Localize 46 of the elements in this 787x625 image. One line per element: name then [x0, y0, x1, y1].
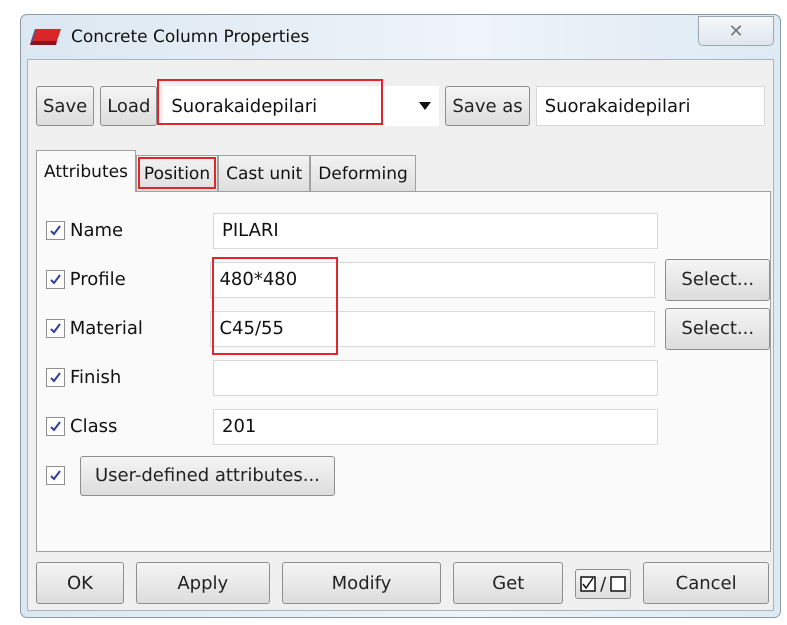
select-button[interactable]: Select... — [665, 308, 770, 350]
checkbox[interactable] — [46, 368, 65, 387]
dialog-button[interactable]: Modify — [282, 562, 442, 604]
user-defined-attributes-button[interactable]: User-defined attributes... — [80, 456, 335, 496]
tab[interactable]: Attributes — [36, 150, 136, 192]
checkmark-icon — [49, 469, 62, 482]
checkbox[interactable] — [46, 417, 65, 436]
tab[interactable]: Deforming — [310, 155, 416, 191]
dialog-button[interactable]: Cancel — [643, 562, 770, 604]
tab[interactable]: Cast unit — [218, 155, 310, 191]
empty-box-icon — [610, 576, 626, 592]
toggle-checkboxes-button[interactable]: / — [575, 569, 632, 599]
field-label: Profile — [70, 269, 127, 290]
checkmark-icon — [48, 322, 62, 335]
checkmark-icon — [48, 273, 62, 286]
checkmark-icon — [49, 371, 62, 384]
close-button[interactable]: ✕ — [698, 16, 774, 46]
save-as-field[interactable]: Suorakaidepilari — [536, 86, 765, 126]
field-label: Material — [70, 318, 144, 339]
checked-box-icon — [580, 576, 596, 592]
text-field[interactable]: PILARI — [213, 212, 658, 248]
checkmark-icon — [49, 420, 62, 433]
field-label: Name — [70, 220, 124, 241]
dialog-button[interactable]: Apply — [136, 562, 270, 604]
caret-icon — [419, 102, 432, 110]
save-button[interactable]: Save — [36, 86, 94, 126]
checkbox[interactable] — [46, 221, 65, 240]
checkbox[interactable] — [46, 270, 65, 289]
text-field[interactable]: 201 — [213, 408, 658, 444]
tab[interactable]: Position — [136, 155, 218, 191]
field-label: Finish — [70, 367, 122, 388]
dialog-button[interactable]: OK — [36, 562, 124, 604]
text-field[interactable] — [213, 360, 658, 396]
load-button[interactable]: Load — [100, 86, 158, 126]
save-as-button[interactable]: Save as — [445, 86, 530, 126]
dialog-button[interactable]: Get — [453, 562, 564, 604]
window-title: Concrete Column Properties — [71, 27, 310, 47]
checkbox[interactable] — [46, 466, 65, 485]
text-field[interactable]: 480*480 — [210, 262, 656, 298]
select-button[interactable]: Select... — [665, 258, 770, 300]
checkmark-icon — [49, 224, 62, 237]
app-logo-icon — [29, 27, 61, 47]
preset-dropdown[interactable]: Suorakaidepilari — [163, 86, 440, 126]
checkbox[interactable] — [46, 319, 65, 338]
field-label: Class — [70, 416, 118, 437]
text-field[interactable]: C45/55 — [210, 310, 656, 346]
